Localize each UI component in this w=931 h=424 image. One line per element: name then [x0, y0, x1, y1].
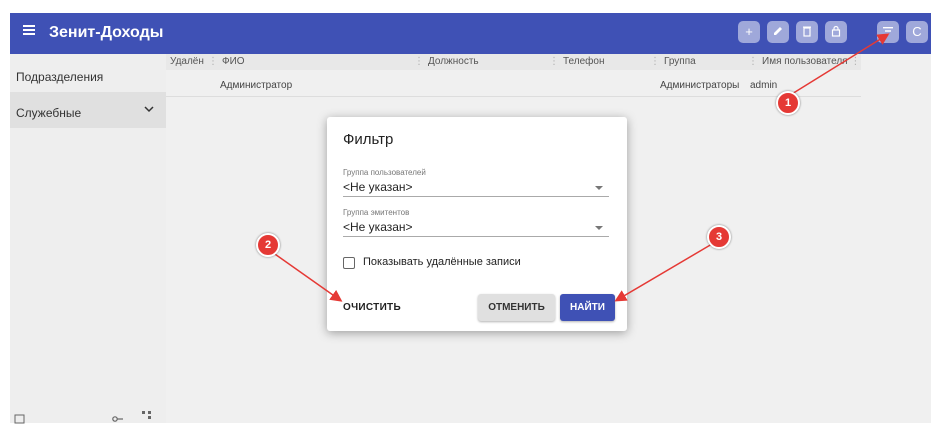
annotation-arrow-3 — [614, 243, 713, 302]
annotation-badge-1: 1 — [776, 91, 800, 115]
annotation-badge-3: 3 — [707, 225, 731, 249]
annotation-badge-2: 2 — [256, 233, 280, 257]
annotation-arrow-2 — [271, 251, 343, 302]
annotation-arrows — [271, 33, 890, 302]
annotation-arrow-1 — [786, 33, 890, 98]
